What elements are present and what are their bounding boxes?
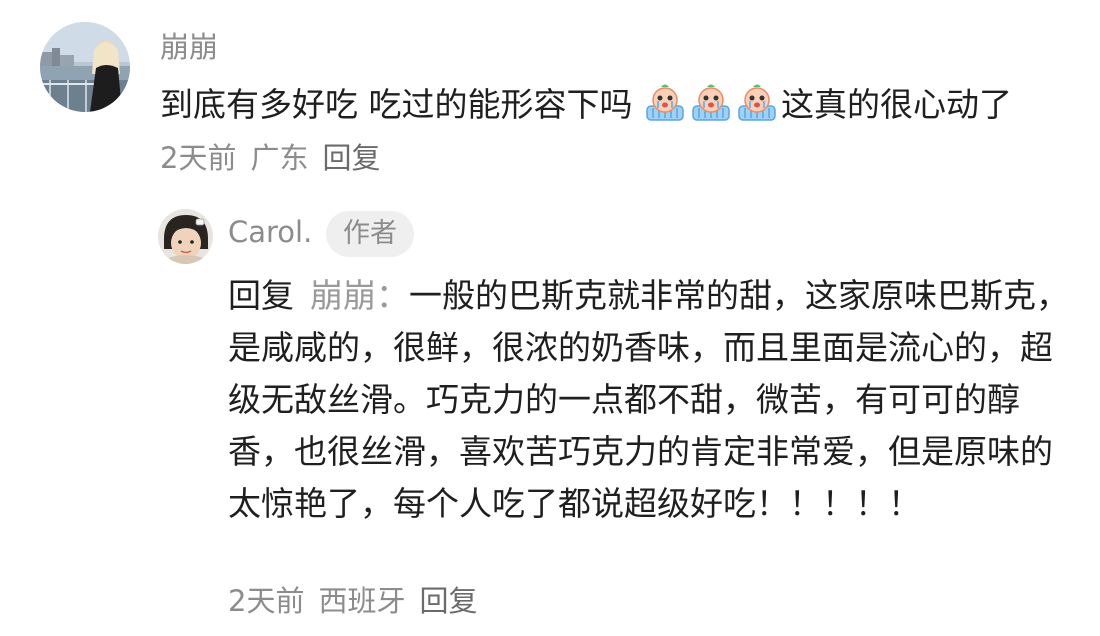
reply-target-username[interactable]: 崩崩： xyxy=(310,276,409,315)
crying-face-emoji-icon xyxy=(735,80,779,124)
reply-location: 西班牙 xyxy=(318,584,406,618)
author-badge: 作者 xyxy=(326,211,414,257)
username[interactable]: Carol. xyxy=(228,215,312,249)
comment-text-part1: 到底有多好吃 吃过的能形容下吗 xyxy=(160,85,643,124)
comment-text: 到底有多好吃 吃过的能形容下吗 这真的很心动了 2天前 广东 回复 xyxy=(160,79,1080,184)
crying-face-emoji-icon xyxy=(689,80,733,124)
comment-meta: 2天前 广东 回复 xyxy=(160,141,394,175)
username[interactable]: 崩崩 xyxy=(160,24,218,66)
comment-time: 2天前 xyxy=(160,141,237,175)
reply-button[interactable]: 回复 xyxy=(419,584,477,618)
avatar-image xyxy=(40,22,130,112)
reply-prefix: 回复 xyxy=(228,276,294,315)
reply-time: 2天前 xyxy=(228,584,305,618)
reply-button[interactable]: 回复 xyxy=(322,141,380,175)
comment-text-part2: 这真的很心动了 xyxy=(780,85,1012,124)
avatar-image xyxy=(158,209,213,264)
reply-meta: 2天前 西班牙 回复 xyxy=(228,576,491,626)
crying-face-emoji-icon xyxy=(643,80,687,124)
reply-text: 回复 崩崩：一般的巴斯克就非常的甜，这家原味巴斯克，是咸咸的，很鲜，很浓的奶香味，… xyxy=(228,270,1078,530)
avatar[interactable] xyxy=(158,209,213,264)
avatar[interactable] xyxy=(40,22,130,112)
comment-location: 广东 xyxy=(250,141,309,175)
